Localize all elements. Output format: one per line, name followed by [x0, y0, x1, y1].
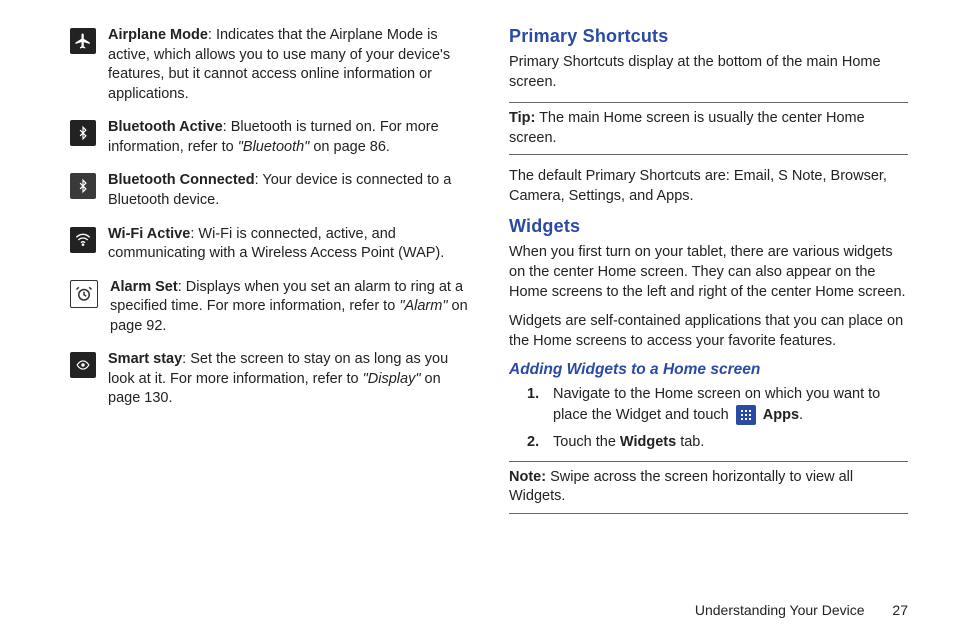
step2-pre: Touch the: [553, 434, 620, 450]
widgets-p2: Widgets are self-contained applications …: [509, 312, 908, 351]
heading-primary-shortcuts: Primary Shortcuts: [509, 26, 908, 47]
status-item-alarm: Alarm Set: Displays when you set an alar…: [70, 278, 469, 337]
right-column: Primary Shortcuts Primary Shortcuts disp…: [509, 26, 908, 526]
item-name: Bluetooth Connected: [108, 172, 255, 188]
widgets-p1: When you first turn on your tablet, ther…: [509, 243, 908, 302]
step-2: 2. Touch the Widgets tab.: [527, 433, 908, 453]
note-label: Note:: [509, 469, 546, 485]
item-name: Airplane Mode: [108, 27, 208, 43]
item-name: Smart stay: [108, 351, 182, 367]
step1-apps: Apps: [763, 407, 799, 423]
item-ref: "Alarm": [399, 298, 447, 314]
status-item-wifi: Wi-Fi Active: Wi-Fi is connected, active…: [70, 225, 469, 264]
item-ref: "Bluetooth": [238, 139, 310, 155]
tip-box: Tip: The main Home screen is usually the…: [509, 102, 908, 155]
page-footer: Understanding Your Device 27: [695, 602, 908, 618]
steps-list: 1. Navigate to the Home screen on which …: [509, 385, 908, 453]
item-desc-post: on page 86.: [309, 139, 390, 155]
status-item-bluetooth-connected: Bluetooth Connected: Your device is conn…: [70, 171, 469, 210]
alarm-icon: [70, 280, 98, 308]
primary-desc: Primary Shortcuts display at the bottom …: [509, 53, 908, 92]
step1-post: .: [799, 407, 803, 423]
item-name: Alarm Set: [110, 279, 178, 295]
footer-section: Understanding Your Device: [695, 602, 865, 618]
bluetooth-icon: [70, 120, 96, 146]
step-1: 1. Navigate to the Home screen on which …: [527, 385, 908, 425]
heading-adding-widgets: Adding Widgets to a Home screen: [509, 361, 908, 379]
step1-pre: Navigate to the Home screen on which you…: [553, 386, 880, 422]
smart-stay-icon: [70, 352, 96, 378]
item-ref: "Display": [363, 371, 421, 387]
left-column: Airplane Mode: Indicates that the Airpla…: [70, 26, 469, 526]
wifi-icon: [70, 227, 96, 253]
status-item-bluetooth-active: Bluetooth Active: Bluetooth is turned on…: [70, 118, 469, 157]
apps-icon: [736, 405, 756, 425]
item-name: Wi-Fi Active: [108, 226, 190, 242]
footer-page-number: 27: [892, 602, 908, 618]
status-item-smart-stay: Smart stay: Set the screen to stay on as…: [70, 350, 469, 409]
airplane-icon: [70, 28, 96, 54]
tip-label: Tip:: [509, 110, 535, 126]
step-num: 1.: [527, 385, 543, 425]
heading-widgets: Widgets: [509, 216, 908, 237]
item-name: Bluetooth Active: [108, 119, 223, 135]
note-text: Swipe across the screen horizontally to …: [509, 469, 853, 505]
primary-defaults: The default Primary Shortcuts are: Email…: [509, 167, 908, 206]
step2-post: tab.: [676, 434, 704, 450]
step2-widgets: Widgets: [620, 434, 676, 450]
bluetooth-connected-icon: [70, 173, 96, 199]
step-num: 2.: [527, 433, 543, 453]
status-item-airplane: Airplane Mode: Indicates that the Airpla…: [70, 26, 469, 104]
tip-text: The main Home screen is usually the cent…: [509, 110, 865, 146]
note-box: Note: Swipe across the screen horizontal…: [509, 461, 908, 514]
